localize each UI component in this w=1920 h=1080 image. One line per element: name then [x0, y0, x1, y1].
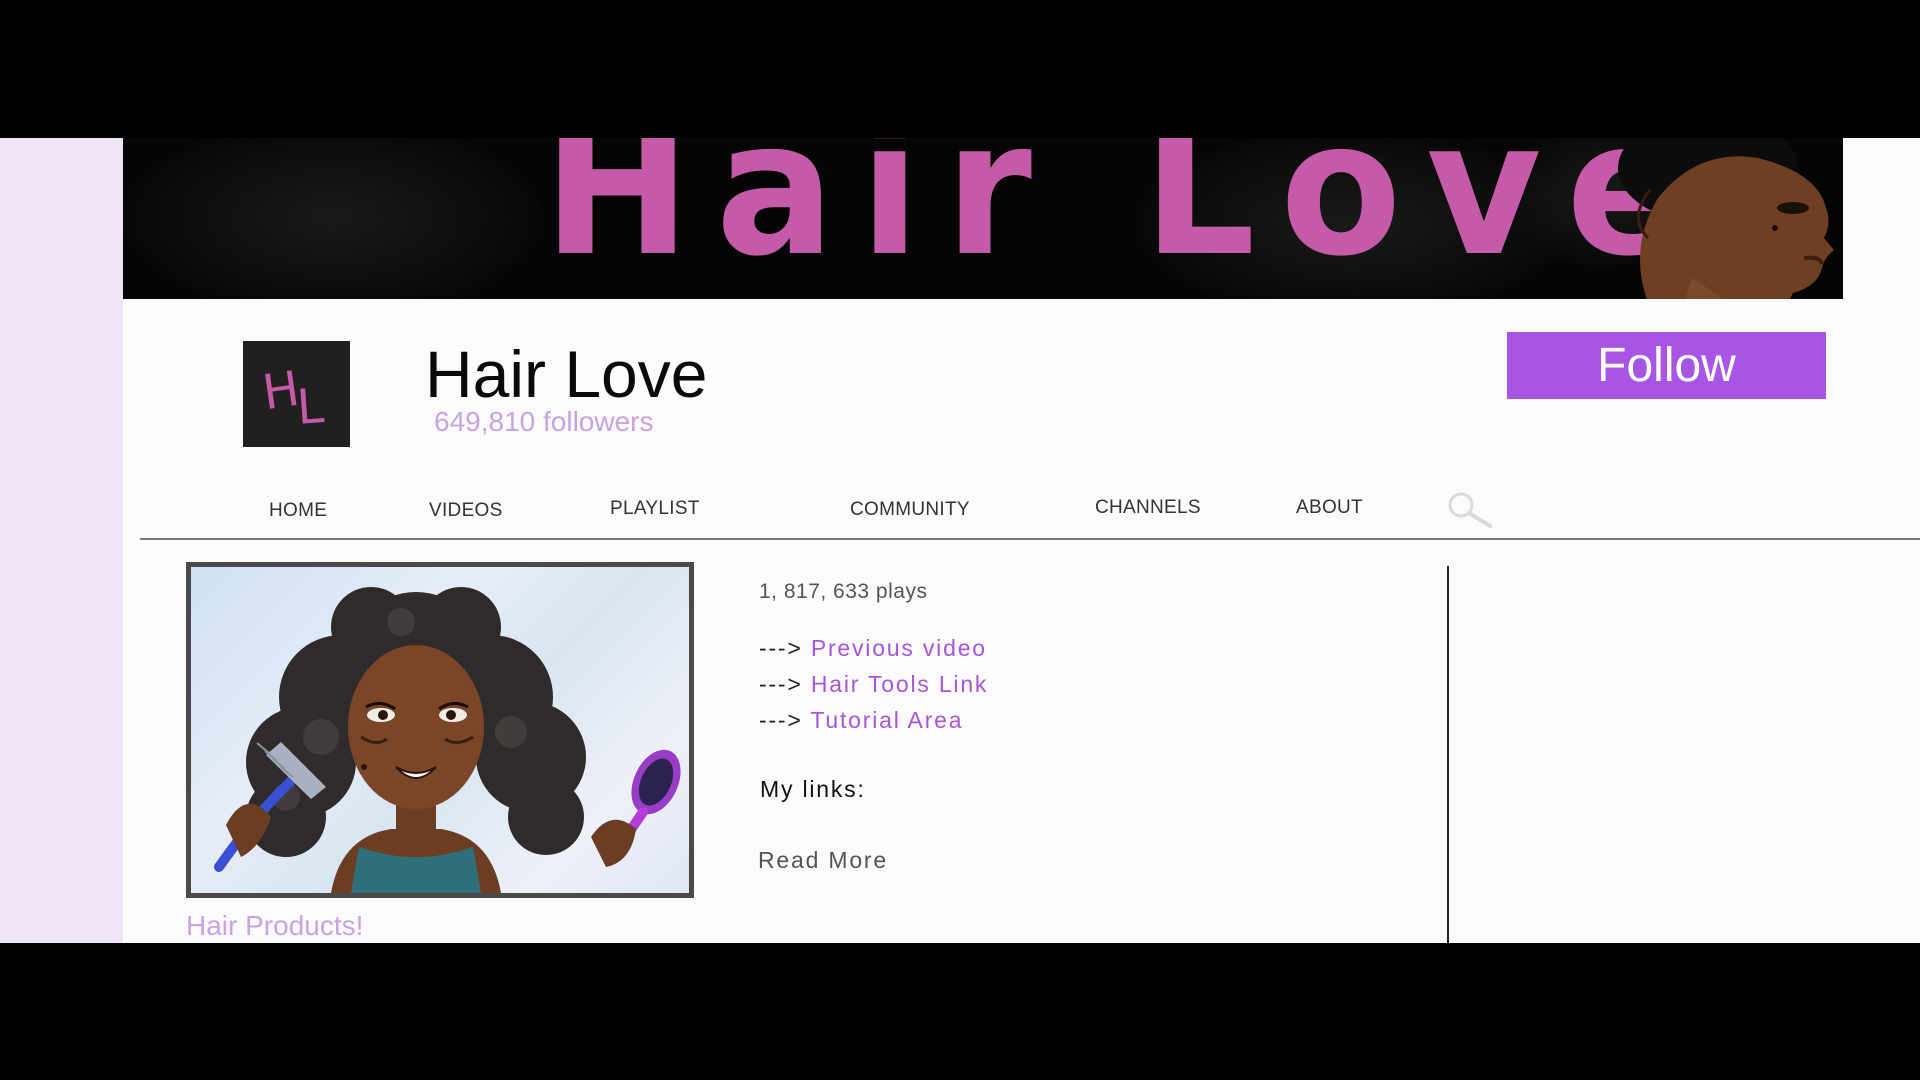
girl-illustration — [214, 587, 681, 893]
search-icon[interactable] — [1444, 489, 1496, 529]
banner-right-margin — [1843, 138, 1920, 299]
tab-videos[interactable]: VIDEOS — [429, 500, 503, 522]
play-count: 1, 817, 633 plays — [759, 580, 928, 603]
follow-button[interactable]: Follow — [1507, 332, 1826, 399]
tab-community[interactable]: COMMUNITY — [850, 499, 970, 521]
channel-page: Hair Love H L Hair Love 649,810 follower… — [0, 138, 1920, 943]
arrow-text: ---> — [759, 707, 811, 733]
hair-tools-link[interactable]: Hair Tools Link — [811, 671, 988, 697]
channel-banner: Hair Love — [123, 138, 1843, 299]
follower-count: 649,810 followers — [434, 406, 654, 437]
channel-name: Hair Love — [425, 337, 708, 411]
description-link-row: ---> Hair Tools Link — [759, 671, 988, 698]
channel-avatar: H L — [243, 341, 350, 447]
video-title-link[interactable]: Hair Products! — [186, 910, 363, 942]
description-link-row: ---> Tutorial Area — [759, 707, 963, 734]
banner-girl-illustration — [1618, 138, 1834, 299]
video-thumbnail[interactable] — [186, 562, 694, 898]
banner-title: Hair Love — [543, 138, 1711, 297]
tab-about[interactable]: ABOUT — [1296, 497, 1363, 519]
previous-video-link[interactable]: Previous video — [811, 635, 987, 661]
avatar-letter-l: L — [295, 378, 326, 436]
tab-playlist[interactable]: PLAYLIST — [610, 498, 700, 520]
description-link-row: ---> Previous video — [759, 635, 987, 662]
read-more-link[interactable]: Read More — [758, 847, 888, 874]
tab-home[interactable]: HOME — [269, 500, 327, 522]
nav-divider — [140, 538, 1920, 540]
tutorial-area-link[interactable]: Tutorial Area — [810, 707, 963, 733]
arrow-text: ---> — [759, 635, 811, 661]
my-links-label: My links: — [760, 776, 866, 802]
content-divider — [1447, 566, 1449, 943]
tab-channels[interactable]: CHANNELS — [1095, 497, 1201, 519]
left-gutter — [0, 138, 123, 943]
arrow-text: ---> — [759, 671, 811, 697]
